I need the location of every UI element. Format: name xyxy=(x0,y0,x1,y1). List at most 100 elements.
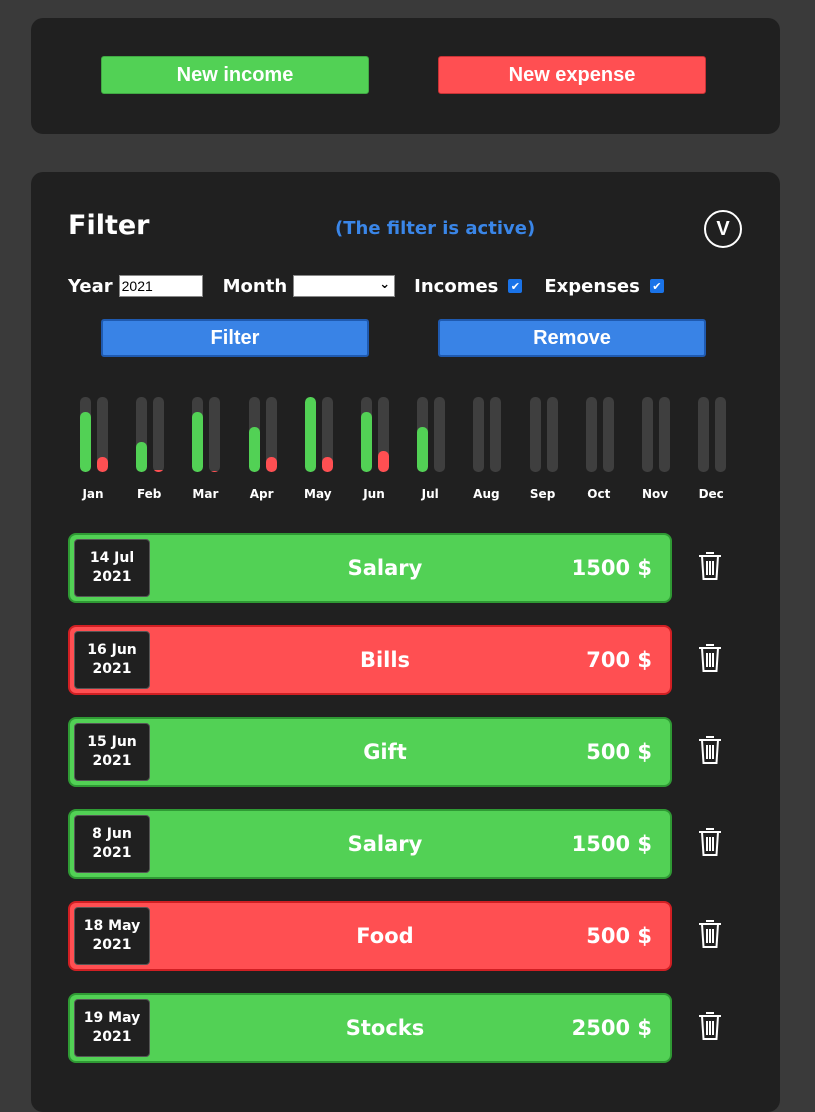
year-label: Year xyxy=(68,275,113,297)
transaction-year: 2021 xyxy=(92,937,132,953)
transaction-day: 16 Jun xyxy=(87,642,137,658)
transaction-year: 2021 xyxy=(92,1029,132,1045)
trash-icon[interactable] xyxy=(696,1010,724,1042)
transaction-date: 16 Jun 2021 xyxy=(74,631,150,689)
month-label: Month xyxy=(222,275,288,297)
transaction-amount: 500 $ xyxy=(586,740,652,764)
trash-icon[interactable] xyxy=(696,918,724,950)
income-bar xyxy=(417,397,429,472)
filter-title: Filter xyxy=(68,210,150,241)
income-bar-fill xyxy=(417,427,429,472)
expense-bar xyxy=(434,397,446,472)
transaction-day: 19 May xyxy=(83,1010,141,1026)
income-bar xyxy=(192,397,204,472)
chevron-down-icon: ⌄ xyxy=(379,277,391,292)
transaction-row[interactable]: 8 Jun 2021 Salary 1500 $ xyxy=(68,809,672,879)
income-bar xyxy=(642,397,653,472)
transaction-year: 2021 xyxy=(92,753,132,769)
transaction-name: Salary xyxy=(347,832,423,856)
income-bar xyxy=(80,397,91,472)
income-bar-fill xyxy=(136,442,148,472)
trash-icon[interactable] xyxy=(696,826,724,858)
income-bar-fill xyxy=(304,397,316,472)
filter-status: (The filter is active) xyxy=(335,218,536,239)
income-bar xyxy=(585,397,597,472)
transaction-year: 2021 xyxy=(92,569,132,585)
transaction-date: 15 Jun 2021 xyxy=(74,723,150,781)
transaction-row[interactable]: 19 May 2021 Stocks 2500 $ xyxy=(68,993,672,1063)
transaction-date: 8 Jun 2021 xyxy=(74,815,150,873)
transaction-amount: 1500 $ xyxy=(571,556,652,580)
transaction-year: 2021 xyxy=(92,661,132,677)
income-bar-fill xyxy=(248,427,260,472)
trash-icon[interactable] xyxy=(696,642,724,674)
filter-controls: Year Month ⌄ Incomes ✔ Expenses ✔ xyxy=(68,273,686,299)
transaction-name: Food xyxy=(356,924,414,948)
transaction-day: 18 May xyxy=(83,918,141,934)
transaction-row[interactable]: 18 May 2021 Food 500 $ xyxy=(68,901,672,971)
income-bar xyxy=(361,397,372,472)
trash-icon[interactable] xyxy=(696,734,724,766)
expense-bar xyxy=(602,397,614,472)
new-income-button[interactable]: New income xyxy=(101,56,369,94)
month-label: Apr xyxy=(249,487,274,501)
transaction-year: 2021 xyxy=(92,845,132,861)
income-bar xyxy=(473,397,485,472)
expense-bar xyxy=(153,397,165,472)
transaction-row[interactable]: 15 Jun 2021 Gift 500 $ xyxy=(68,717,672,787)
expenses-label: Expenses xyxy=(544,275,640,297)
income-bar-fill xyxy=(192,412,204,472)
expense-bar xyxy=(490,397,502,472)
income-bar xyxy=(529,397,541,472)
transaction-date: 19 May 2021 xyxy=(74,999,150,1057)
expense-bar xyxy=(715,397,727,472)
income-bar-fill xyxy=(80,412,91,472)
incomes-checkbox[interactable]: ✔ xyxy=(508,279,523,293)
expense-bar-fill xyxy=(97,457,108,472)
month-label: Feb xyxy=(136,487,162,501)
month-label: Jan xyxy=(82,487,104,501)
transaction-day: 15 Jun xyxy=(87,734,137,750)
transaction-name: Gift xyxy=(363,740,407,764)
transaction-amount: 1500 $ xyxy=(571,832,652,856)
transaction-amount: 2500 $ xyxy=(571,1016,652,1040)
income-bar xyxy=(248,397,260,472)
incomes-label: Incomes xyxy=(414,275,499,297)
trash-icon[interactable] xyxy=(696,550,724,582)
transaction-day: 8 Jun xyxy=(92,826,132,842)
expense-bar xyxy=(97,397,108,472)
expenses-checkbox[interactable]: ✔ xyxy=(649,279,664,293)
month-label: Dec xyxy=(698,487,724,501)
transaction-amount: 700 $ xyxy=(586,648,652,672)
income-bar xyxy=(136,397,148,472)
transaction-row[interactable]: 16 Jun 2021 Bills 700 $ xyxy=(68,625,672,695)
month-select[interactable]: ⌄ xyxy=(293,275,396,297)
transaction-date: 14 Jul 2021 xyxy=(74,539,150,597)
actions-panel: New income New expense xyxy=(31,18,780,134)
expense-bar-fill xyxy=(265,457,277,472)
month-label: Jun xyxy=(363,487,385,501)
income-bar xyxy=(698,397,710,472)
month-label: Sep xyxy=(529,487,556,501)
expense-bar xyxy=(659,397,670,472)
expense-bar xyxy=(265,397,277,472)
collapse-toggle-button[interactable]: V xyxy=(704,210,742,248)
transaction-row[interactable]: 14 Jul 2021 Salary 1500 $ xyxy=(68,533,672,603)
monthly-bar-chart: Jan Feb Mar Apr May Jun Jul Aug Sep Oct Nov Dec xyxy=(80,397,760,507)
new-expense-button[interactable]: New expense xyxy=(438,56,706,94)
month-label: May xyxy=(304,487,332,501)
month-label: Aug xyxy=(473,487,500,501)
expense-bar-fill xyxy=(321,457,333,472)
remove-filter-button[interactable]: Remove xyxy=(438,319,706,357)
year-input[interactable] xyxy=(118,275,203,297)
expense-bar xyxy=(378,397,389,472)
expense-bar xyxy=(209,397,221,472)
month-label: Nov xyxy=(641,487,669,501)
month-label: Oct xyxy=(587,487,611,501)
expense-bar-fill xyxy=(378,451,389,472)
income-bar xyxy=(304,397,316,472)
transaction-name: Stocks xyxy=(345,1016,425,1040)
filter-button[interactable]: Filter xyxy=(101,319,369,357)
month-label: Jul xyxy=(421,487,439,501)
transaction-name: Bills xyxy=(359,648,411,672)
